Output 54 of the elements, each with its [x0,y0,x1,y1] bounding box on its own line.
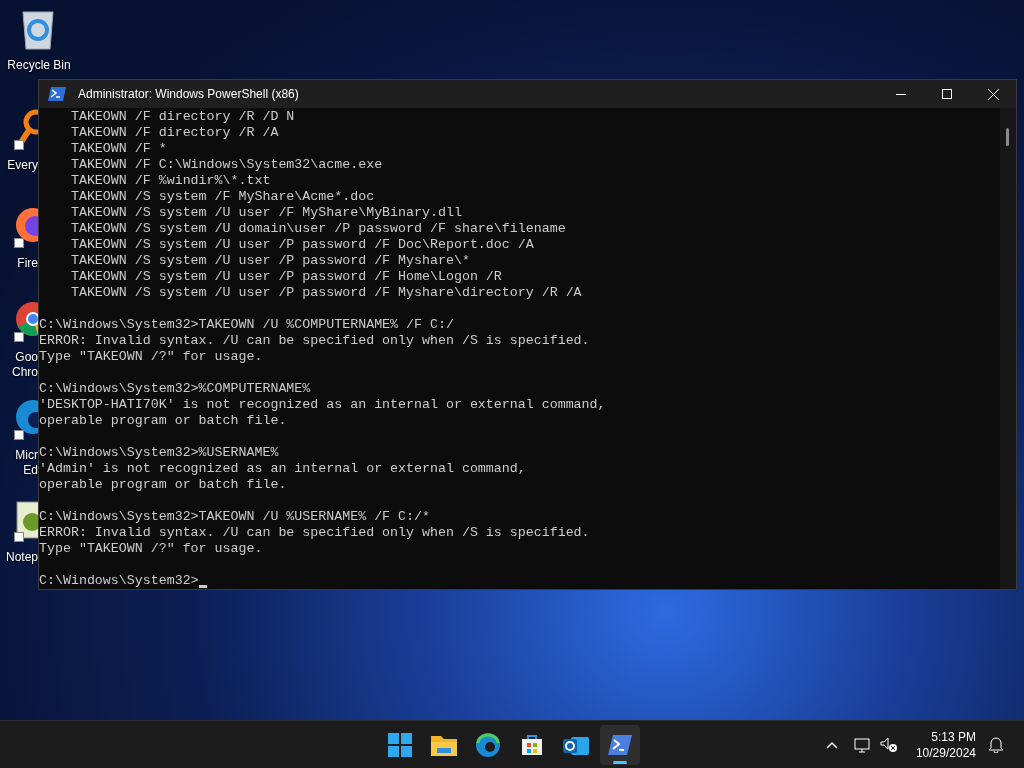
console-line: TAKEOWN /S system /U user /P password /F Myshare\directory /R /A [69,285,583,301]
icon-label: Goo Chro [11,350,38,380]
console-line: C:\Windows\System32>TAKEOWN /U %COMPUTERNAME% /F C:/ [39,317,455,333]
console-line: TAKEOWN /F * [69,141,168,157]
scrollbar[interactable] [1000,108,1016,589]
clock-date[interactable]: 10/29/2024 [915,744,976,761]
icon-label: Notep [4,550,38,565]
scrollbar-thumb[interactable] [1006,128,1009,146]
icon-label: Recycle Bin [6,58,72,73]
powershell-icon [48,87,66,101]
start-icon [388,732,412,757]
console-line: 'Admin' is not recognized as an internal or external command, [39,461,527,477]
running-indicator [613,760,627,764]
console-line: ERROR: Invalid syntax. /U can be specified only when /S is specified. [39,525,591,541]
icon-label: Fire [16,256,38,271]
console-line: TAKEOWN /F %windir%\*.txt [69,173,272,189]
powershell-icon [608,734,632,755]
console-line: Type "TAKEOWN /?" for usage. [39,541,264,557]
window-title: Administrator: Windows PowerShell (x86) [78,86,299,103]
close-icon [987,88,999,100]
icon-label: Micr Ed [14,448,38,478]
console-line: TAKEOWN /F directory /R /A [69,125,280,141]
browser-icon [476,732,500,757]
console-line: Type "TAKEOWN /?" for usage. [39,349,264,365]
icon-label: Every [6,158,38,173]
maximize-icon [942,89,952,99]
minimize-icon [896,93,906,95]
taskbar-button[interactable] [600,724,640,765]
console-line: 'DESKTOP-HATI70K' is not recognized as an internal or external command, [39,397,607,413]
recycle-bin-icon[interactable] [20,8,56,50]
folder-icon [431,733,457,756]
clock-time[interactable]: 5:13 PM [931,728,976,745]
muted-speaker-icon[interactable] [879,736,898,753]
console-prompt: C:\Windows\System32> [39,573,199,589]
chevron-up-icon[interactable] [825,740,838,749]
network-icon[interactable] [853,736,872,753]
console-line: operable program or batch file. [39,477,288,493]
shopping-bag-icon [520,732,544,757]
console-line: TAKEOWN /F directory /R /D N [69,109,296,125]
notepad-icon[interactable] [14,500,38,540]
console-line: C:\Windows\System32>TAKEOWN /U %USERNAME% /F C:/* [39,509,431,525]
text-cursor [198,585,207,588]
console-line: ERROR: Invalid syntax. /U can be specified only when /S is specified. [39,333,591,349]
console-line: TAKEOWN /S system /F MyShare\Acme*.doc [69,189,376,205]
console-line: TAKEOWN /S system /U domain\user /P password /F share\filename [69,221,567,237]
console-line: TAKEOWN /S system /U user /F MyShare\MyBinary.dll [69,205,463,221]
console-line: operable program or batch file. [39,413,288,429]
notification-bell-icon[interactable] [988,736,1004,753]
console-line: TAKEOWN /S system /U user /P password /F Doc\Report.doc /A [69,237,535,253]
console-line: TAKEOWN /F C:\Windows\System32\acme.exe [69,157,384,173]
console-line: TAKEOWN /S system /U user /P password /F Home\Logon /R [69,269,503,285]
console-line: TAKEOWN /S system /U user /P password /F Myshare\* [69,253,471,269]
console-line: C:\Windows\System32>%USERNAME% [39,445,280,461]
console-line: C:\Windows\System32>%COMPUTERNAME% [39,381,312,397]
